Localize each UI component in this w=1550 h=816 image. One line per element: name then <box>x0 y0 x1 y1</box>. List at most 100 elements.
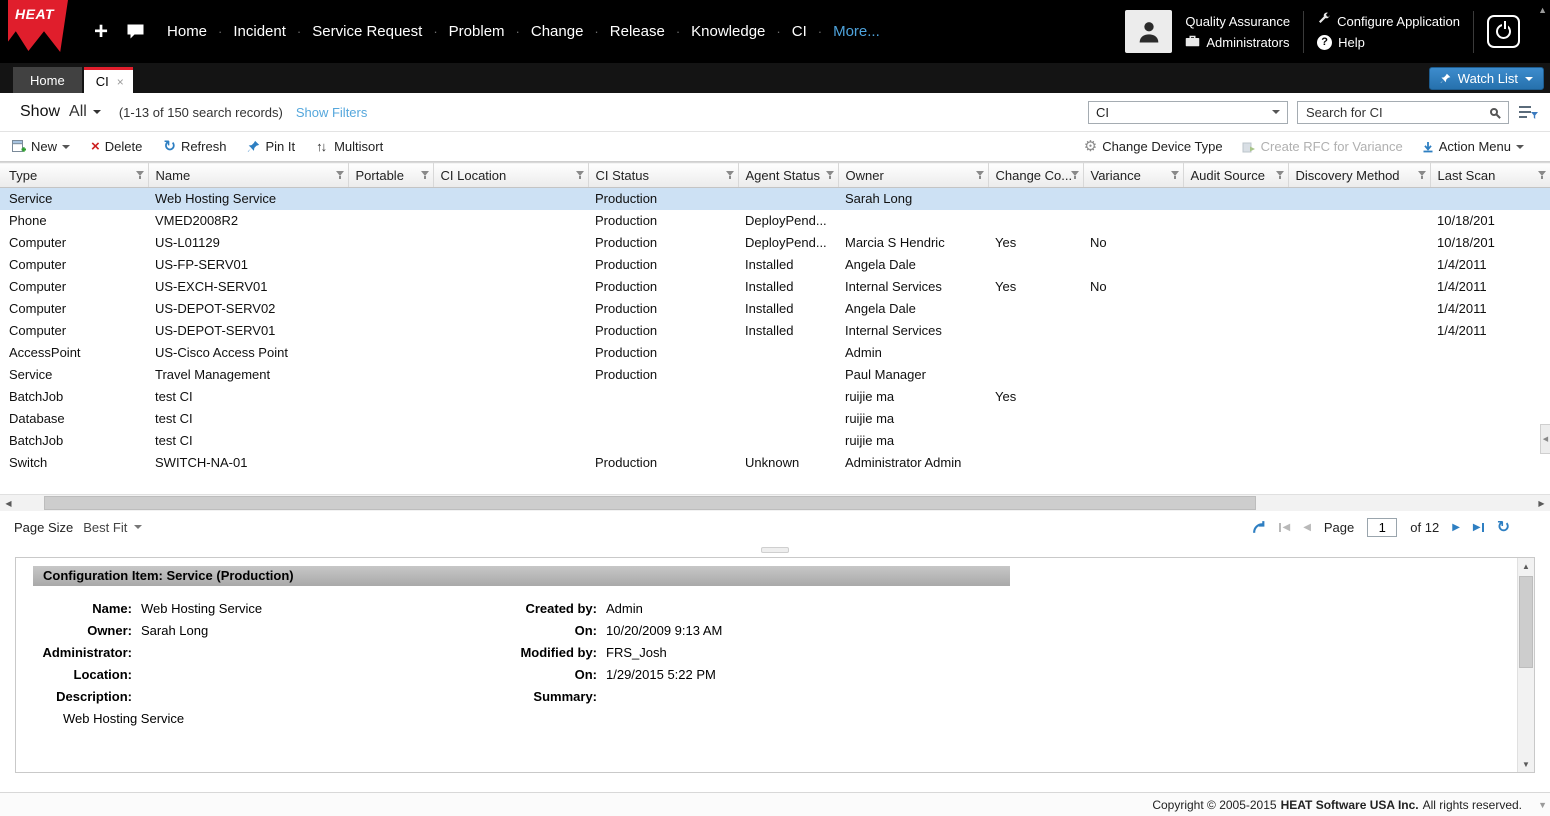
chevron-down-icon <box>1272 110 1280 114</box>
help-link[interactable]: ? Help <box>1317 32 1460 53</box>
scroll-down-icon[interactable]: ▼ <box>1518 756 1534 772</box>
scroll-left-icon[interactable]: ◀ <box>0 495 17 511</box>
collapse-right-panel-handle[interactable]: ◀ <box>1540 424 1550 454</box>
user-role-line[interactable]: Quality Assurance <box>1185 11 1290 32</box>
nav-change[interactable]: Change <box>531 23 584 40</box>
pin-it-button[interactable]: Pin It <box>247 139 295 154</box>
panel-splitter[interactable] <box>0 543 1550 557</box>
table-row[interactable]: SwitchSWITCH-NA-01ProductionUnknownAdmin… <box>0 452 1550 474</box>
column-header-owner[interactable]: Owner <box>838 163 988 188</box>
heat-logo[interactable]: HEAT <box>8 0 68 52</box>
vertical-scrollbar-thumb[interactable] <box>1519 576 1533 668</box>
filter-icon[interactable] <box>136 171 144 179</box>
table-row[interactable]: ComputerUS-EXCH-SERV01ProductionInstalle… <box>0 276 1550 298</box>
previous-page-button[interactable]: ◀ <box>1303 522 1311 533</box>
first-page-button[interactable]: ◀ <box>1279 522 1290 533</box>
advanced-search-icon[interactable] <box>1518 104 1538 120</box>
scroll-up-icon[interactable]: ▲ <box>1538 5 1547 15</box>
user-avatar[interactable] <box>1125 10 1172 53</box>
watch-list-button[interactable]: Watch List <box>1429 67 1544 90</box>
column-header-discovery_method[interactable]: Discovery Method <box>1288 163 1430 188</box>
column-header-type[interactable]: Type <box>0 163 148 188</box>
scroll-up-icon[interactable]: ▲ <box>1518 558 1534 574</box>
nav-home[interactable]: Home <box>167 23 207 40</box>
filter-icon[interactable] <box>826 171 834 179</box>
column-header-name[interactable]: Name <box>148 163 348 188</box>
filter-icon[interactable] <box>976 171 984 179</box>
tab-close-icon[interactable]: × <box>117 75 124 89</box>
scroll-right-icon[interactable]: ▶ <box>1533 495 1550 511</box>
table-row[interactable]: ComputerUS-L01129ProductionDeployPend...… <box>0 232 1550 254</box>
nav-ci[interactable]: CI <box>792 23 807 40</box>
user-group-line[interactable]: Administrators <box>1185 32 1290 53</box>
search-icon[interactable] <box>1490 108 1498 116</box>
filter-icon[interactable] <box>1538 171 1546 179</box>
configure-application-link[interactable]: Configure Application <box>1317 11 1460 32</box>
cell-agent_status <box>738 386 838 408</box>
create-rfc-button[interactable]: Create RFC for Variance <box>1242 139 1403 154</box>
filter-icon[interactable] <box>336 171 344 179</box>
filter-icon[interactable] <box>421 171 429 179</box>
scroll-down-icon[interactable]: ▼ <box>1538 800 1547 810</box>
last-page-button[interactable]: ▶ <box>1473 522 1484 533</box>
anchor-icon[interactable] <box>1251 520 1266 535</box>
page-size-dropdown[interactable]: Best Fit <box>83 520 142 535</box>
column-header-variance[interactable]: Variance <box>1083 163 1183 188</box>
change-device-type-button[interactable]: ⚙ Change Device Type <box>1084 139 1223 154</box>
horizontal-scrollbar[interactable]: ◀ ▶ <box>0 494 1550 511</box>
tab-home[interactable]: Home <box>13 67 82 93</box>
column-header-agent_status[interactable]: Agent Status <box>738 163 838 188</box>
page-size-value: Best Fit <box>83 520 127 535</box>
action-menu-button[interactable]: Action Menu <box>1422 139 1524 154</box>
column-header-audit_source[interactable]: Audit Source <box>1183 163 1288 188</box>
table-row[interactable]: ServiceWeb Hosting ServiceProductionSara… <box>0 188 1550 210</box>
filter-icon[interactable] <box>1418 171 1426 179</box>
nav-knowledge[interactable]: Knowledge <box>691 23 765 40</box>
filter-icon[interactable] <box>576 171 584 179</box>
column-header-ci_location[interactable]: CI Location <box>433 163 588 188</box>
table-row[interactable]: PhoneVMED2008R2ProductionDeployPend...10… <box>0 210 1550 232</box>
page-label: Page <box>1324 520 1354 535</box>
nav-more[interactable]: More... <box>833 23 880 40</box>
horizontal-scrollbar-thumb[interactable] <box>44 496 1256 510</box>
table-row[interactable]: AccessPointUS-Cisco Access PointProducti… <box>0 342 1550 364</box>
show-scope-dropdown[interactable]: All <box>69 103 101 121</box>
table-row[interactable]: ComputerUS-DEPOT-SERV02ProductionInstall… <box>0 298 1550 320</box>
refresh-button[interactable]: ↻ Refresh <box>163 139 226 154</box>
column-header-change_co[interactable]: Change Co... <box>988 163 1083 188</box>
filter-icon[interactable] <box>1276 171 1284 179</box>
filter-icon[interactable] <box>1171 171 1179 179</box>
refresh-list-icon[interactable]: ↻ <box>1497 517 1510 537</box>
tab-ci[interactable]: CI × <box>84 67 133 93</box>
show-filters-link[interactable]: Show Filters <box>296 105 368 120</box>
table-row[interactable]: ComputerUS-DEPOT-SERV01ProductionInstall… <box>0 320 1550 342</box>
column-header-ci_status[interactable]: CI Status <box>588 163 738 188</box>
page-number-input[interactable] <box>1367 518 1397 537</box>
logout-power-button[interactable] <box>1487 15 1520 48</box>
filter-icon[interactable] <box>726 171 734 179</box>
column-header-portable[interactable]: Portable <box>348 163 433 188</box>
multisort-button[interactable]: ↑↓ Multisort <box>316 139 383 154</box>
table-row[interactable]: Databasetest CIruijie ma <box>0 408 1550 430</box>
search-scope-select[interactable]: CI <box>1088 101 1288 124</box>
new-record-plus-icon[interactable]: + <box>94 18 108 46</box>
column-header-last_scan[interactable]: Last Scan <box>1430 163 1550 188</box>
nav-problem[interactable]: Problem <box>449 23 505 40</box>
table-row[interactable]: ComputerUS-FP-SERV01ProductionInstalledA… <box>0 254 1550 276</box>
nav-service-request[interactable]: Service Request <box>312 23 422 40</box>
nav-incident[interactable]: Incident <box>233 23 286 40</box>
table-row[interactable]: BatchJobtest CIruijie ma <box>0 430 1550 452</box>
filter-icon[interactable] <box>1071 171 1079 179</box>
chat-bubble-icon[interactable] <box>126 23 145 40</box>
search-input[interactable] <box>1306 105 1490 120</box>
field-label-right-3: On: <box>496 664 606 686</box>
nav-release[interactable]: Release <box>610 23 665 40</box>
new-button[interactable]: New <box>12 139 70 154</box>
vertical-scrollbar[interactable]: ▲ ▼ <box>1517 558 1534 772</box>
chevron-down-icon <box>93 110 101 114</box>
table-row[interactable]: BatchJobtest CIruijie maYes <box>0 386 1550 408</box>
delete-button[interactable]: × Delete <box>91 139 142 154</box>
next-page-button[interactable]: ▶ <box>1452 522 1460 533</box>
table-row[interactable]: ServiceTravel ManagementProductionPaul M… <box>0 364 1550 386</box>
splitter-grip[interactable] <box>761 547 789 553</box>
